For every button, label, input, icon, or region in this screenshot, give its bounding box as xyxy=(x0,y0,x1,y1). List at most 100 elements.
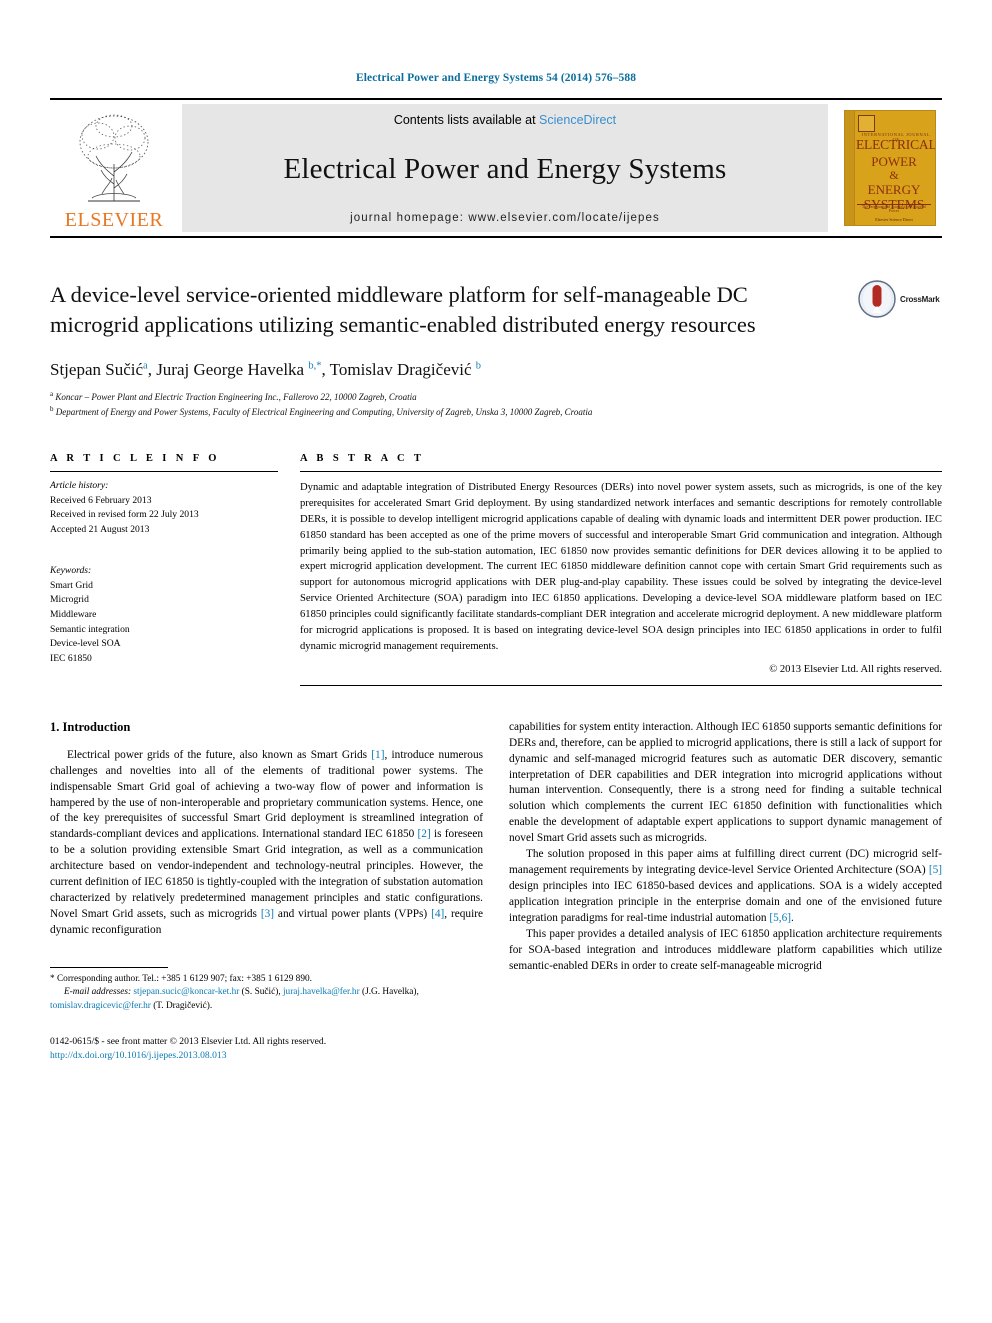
author-name-3: Tomislav Dragičević xyxy=(329,359,472,379)
citation-link[interactable]: [3] xyxy=(261,908,274,920)
info-abstract-region: A R T I C L E I N F O Article history: R… xyxy=(50,453,942,686)
crossmark-label: CrossMark xyxy=(900,294,940,304)
article-info-heading: A R T I C L E I N F O xyxy=(50,452,220,464)
email-owner: (T. Dragičević). xyxy=(150,1000,213,1011)
affiliation-list: a Koncar – Power Plant and Electric Trac… xyxy=(50,389,942,419)
sciencedirect-link[interactable]: ScienceDirect xyxy=(539,113,616,127)
cover-title: ELECTRICAL POWER & ENERGY SYSTEMS xyxy=(856,137,936,211)
cover-tagline: The International Journal for Electrical… xyxy=(861,205,927,213)
email-link[interactable]: tomislav.dragicevic@fer.hr xyxy=(50,1001,151,1011)
title-block: A device-level service-oriented middlewa… xyxy=(50,280,942,340)
right-paragraphs: capabilities for system entity interacti… xyxy=(509,720,942,975)
issn-line: 0142-0615/$ - see front matter © 2013 El… xyxy=(50,1036,327,1048)
keyword-item: Microgrid xyxy=(50,594,89,606)
paragraph-text: design principles into IEC 61850-based d… xyxy=(509,879,942,924)
paragraph-text: and virtual power plants (VPPs) xyxy=(274,907,432,920)
paragraph-text: . xyxy=(791,911,794,924)
doi-link[interactable]: http://dx.doi.org/10.1016/j.ijepes.2013.… xyxy=(50,1049,483,1063)
keyword-item: Smart Grid xyxy=(50,579,93,591)
history-item-accepted: Accepted 21 August 2013 xyxy=(50,523,150,535)
abstract-copyright: © 2013 Elsevier Ltd. All rights reserved… xyxy=(769,663,942,675)
body-column-left: 1. Introduction Electrical power grids o… xyxy=(50,720,483,1063)
crossmark-icon xyxy=(858,280,896,318)
paragraph-text: Electrical power grids of the future, al… xyxy=(67,748,372,761)
paragraph-text: The solution proposed in this paper aims… xyxy=(509,848,942,877)
history-item-revised: Received in revised form 22 July 2013 xyxy=(50,509,199,521)
journal-cover-image: INTERNATIONAL JOURNAL OF ELECTRICAL POWE… xyxy=(844,110,936,226)
page-title: A device-level service-oriented middlewa… xyxy=(50,282,756,337)
history-item-received: Received 6 February 2013 xyxy=(50,494,152,506)
footnote-divider xyxy=(50,966,168,968)
email-owner: (S. Sučić), xyxy=(239,987,283,998)
email-link[interactable]: stjepan.sucic@koncar-ket.hr xyxy=(133,987,239,997)
paragraph-text: capabilities for system entity interacti… xyxy=(509,720,942,845)
keyword-item: Semantic integration xyxy=(50,623,130,635)
elsevier-tree-icon xyxy=(79,114,149,202)
email-addresses-note: E-mail addresses: stjepan.sucic@koncar-k… xyxy=(50,986,483,1013)
paragraph-text: , introduce numerous challenges and nove… xyxy=(50,748,484,841)
body-columns: 1. Introduction Electrical power grids o… xyxy=(50,720,942,1063)
footnote-block: * Corresponding author. Tel.: +385 1 612… xyxy=(50,966,483,1063)
cover-line-2: POWER xyxy=(871,153,917,169)
author-marks-2[interactable]: b,* xyxy=(308,360,321,371)
journal-cover-thumbnail: INTERNATIONAL JOURNAL OF ELECTRICAL POWE… xyxy=(838,104,942,232)
author-name-1: Stjepan Sučić xyxy=(50,359,144,379)
keyword-item: IEC 61850 xyxy=(50,652,92,664)
elsevier-logo: ELSEVIER xyxy=(50,104,178,232)
cover-line-3: & xyxy=(889,167,899,182)
elsevier-wordmark: ELSEVIER xyxy=(64,209,164,231)
affiliation-text-b: Department of Energy and Power Systems, … xyxy=(55,406,593,417)
elsevier-mark-icon xyxy=(858,115,875,132)
cover-spine xyxy=(845,111,855,225)
article-history-block: Article history: Received 6 February 201… xyxy=(50,472,278,537)
abstract-column: A B S T R A C T Dynamic and adaptable in… xyxy=(300,453,942,686)
body-paragraph: The solution proposed in this paper aims… xyxy=(509,847,942,927)
journal-title: Electrical Power and Energy Systems xyxy=(283,153,727,185)
email-addresses-label: E-mail addresses: xyxy=(64,987,134,998)
affiliation-b: b Department of Energy and Power Systems… xyxy=(50,404,942,419)
paragraph-text: is foreseen to be a solution providing e… xyxy=(50,828,483,920)
crossmark-badge[interactable]: CrossMark xyxy=(858,276,942,322)
cover-brand: Elsevier Science Direct xyxy=(875,217,913,222)
author-marks-1: a xyxy=(143,360,148,372)
body-paragraph: This paper provides a detailed analysis … xyxy=(509,927,942,975)
citation-link[interactable]: [5] xyxy=(929,864,942,876)
email-link[interactable]: juraj.havelka@fer.hr xyxy=(283,987,360,997)
keyword-item: Middleware xyxy=(50,608,97,620)
left-paragraphs: Electrical power grids of the future, al… xyxy=(50,748,483,939)
affiliation-text-a: Koncar – Power Plant and Electric Tracti… xyxy=(55,391,417,402)
journal-homepage[interactable]: journal homepage: www.elsevier.com/locat… xyxy=(350,212,660,224)
author-marks-3: b xyxy=(475,360,482,372)
citation-link[interactable]: [2] xyxy=(418,828,431,840)
citation-link[interactable]: [5,6] xyxy=(769,912,791,924)
abstract-text: Dynamic and adaptable integration of Dis… xyxy=(300,481,942,652)
paragraph-text: This paper provides a detailed analysis … xyxy=(509,927,942,972)
citation-link[interactable]: [4] xyxy=(431,908,444,920)
keywords-label: Keywords: xyxy=(50,565,92,577)
author-name-2: Juraj George Havelka xyxy=(156,359,305,379)
corresponding-author-note: * Corresponding author. Tel.: +385 1 612… xyxy=(50,973,312,984)
abstract-heading: A B S T R A C T xyxy=(300,452,425,464)
contents-prefix: Contents lists available at xyxy=(393,113,540,127)
running-head: Electrical Power and Energy Systems 54 (… xyxy=(355,72,637,84)
cover-divider xyxy=(857,204,931,205)
citation-link[interactable]: [1] xyxy=(371,749,384,761)
affiliation-mark-a: a xyxy=(50,389,54,398)
issn-copyright-block: 0142-0615/$ - see front matter © 2013 El… xyxy=(50,1035,483,1063)
journal-banner: Contents lists available at ScienceDirec… xyxy=(182,104,828,232)
cover-line-1: ELECTRICAL xyxy=(856,137,936,152)
email-owner: (J.G. Havelka), xyxy=(359,987,419,998)
affiliation-a: a Koncar – Power Plant and Electric Trac… xyxy=(50,389,942,404)
body-column-right: capabilities for system entity interacti… xyxy=(509,720,942,1063)
section-title-introduction: 1. Introduction xyxy=(50,719,131,734)
article-history-label: Article history: xyxy=(50,479,109,491)
paper-page: Electrical Power and Energy Systems 54 (… xyxy=(0,0,992,1323)
body-paragraph: capabilities for system entity interacti… xyxy=(509,720,942,847)
article-info-column: A R T I C L E I N F O Article history: R… xyxy=(50,453,278,686)
keywords-block: Keywords: Smart Grid Microgrid Middlewar… xyxy=(50,557,278,666)
body-paragraph: Electrical power grids of the future, al… xyxy=(50,748,483,939)
author-list: Stjepan Sučića, Juraj George Havelka b,*… xyxy=(50,359,482,379)
keyword-item: Device-level SOA xyxy=(50,638,121,650)
contents-lists-line: Contents lists available at ScienceDirec… xyxy=(394,113,616,127)
cover-line-4: ENERGY xyxy=(867,181,921,197)
